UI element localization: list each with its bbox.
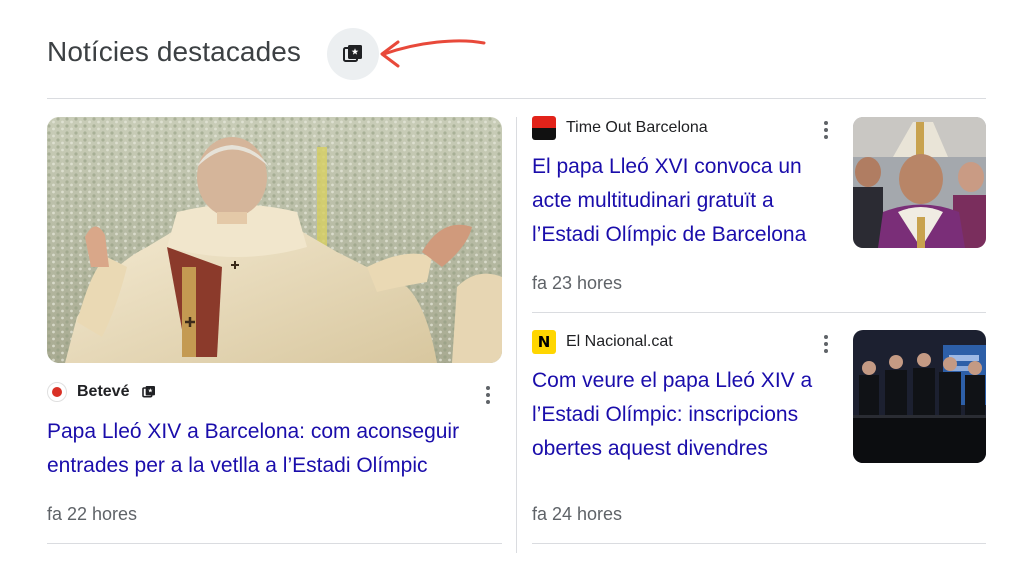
article-1-thumbnail[interactable] (853, 117, 986, 248)
more-options-icon[interactable] (816, 118, 836, 142)
source-name: Time Out Barcelona (566, 119, 708, 136)
pope-blessing-photo (47, 117, 502, 363)
article-1-source[interactable]: Time Out Barcelona (532, 116, 708, 140)
featured-time: fa 22 hores (47, 504, 138, 524)
betev-logo (47, 382, 67, 402)
full-coverage-button[interactable] (327, 28, 379, 80)
full-coverage-icon (343, 45, 362, 62)
article-1-headline-link[interactable]: El papa Lleó XVI convoca un acte multitu… (532, 150, 842, 252)
annotation-arrow (380, 39, 486, 68)
timeout-logo (532, 116, 556, 140)
article-divider (532, 312, 986, 313)
featured-image[interactable] (47, 117, 502, 363)
article-2-headline-link[interactable]: Com veure el papa Lleó XIV a l’Estadi Ol… (532, 364, 842, 466)
header-divider (47, 98, 986, 99)
more-options-icon[interactable] (478, 383, 498, 407)
article-2-thumbnail[interactable] (853, 330, 986, 463)
section-title: Notícies destacades (47, 36, 302, 67)
more-options-icon[interactable] (816, 332, 836, 356)
column-divider (516, 117, 517, 553)
source-name: El Nacional.cat (566, 333, 673, 350)
article-2-time: fa 24 hores (532, 504, 623, 524)
featured-headline-link[interactable]: Papa Lleó XIV a Barcelona: com aconsegui… (47, 415, 507, 483)
press-conference-photo (853, 330, 986, 463)
article-2-source[interactable]: N El Nacional.cat (532, 330, 673, 354)
full-coverage-icon (142, 386, 156, 398)
elnacional-logo: N (532, 330, 556, 354)
article-1-time: fa 23 hores (532, 273, 623, 293)
featured-bottom-divider (47, 543, 502, 544)
articles-bottom-divider (532, 543, 986, 544)
featured-source[interactable]: Betevé (47, 382, 157, 402)
cardinals-photo (853, 117, 986, 248)
source-name: Betevé (77, 383, 130, 400)
